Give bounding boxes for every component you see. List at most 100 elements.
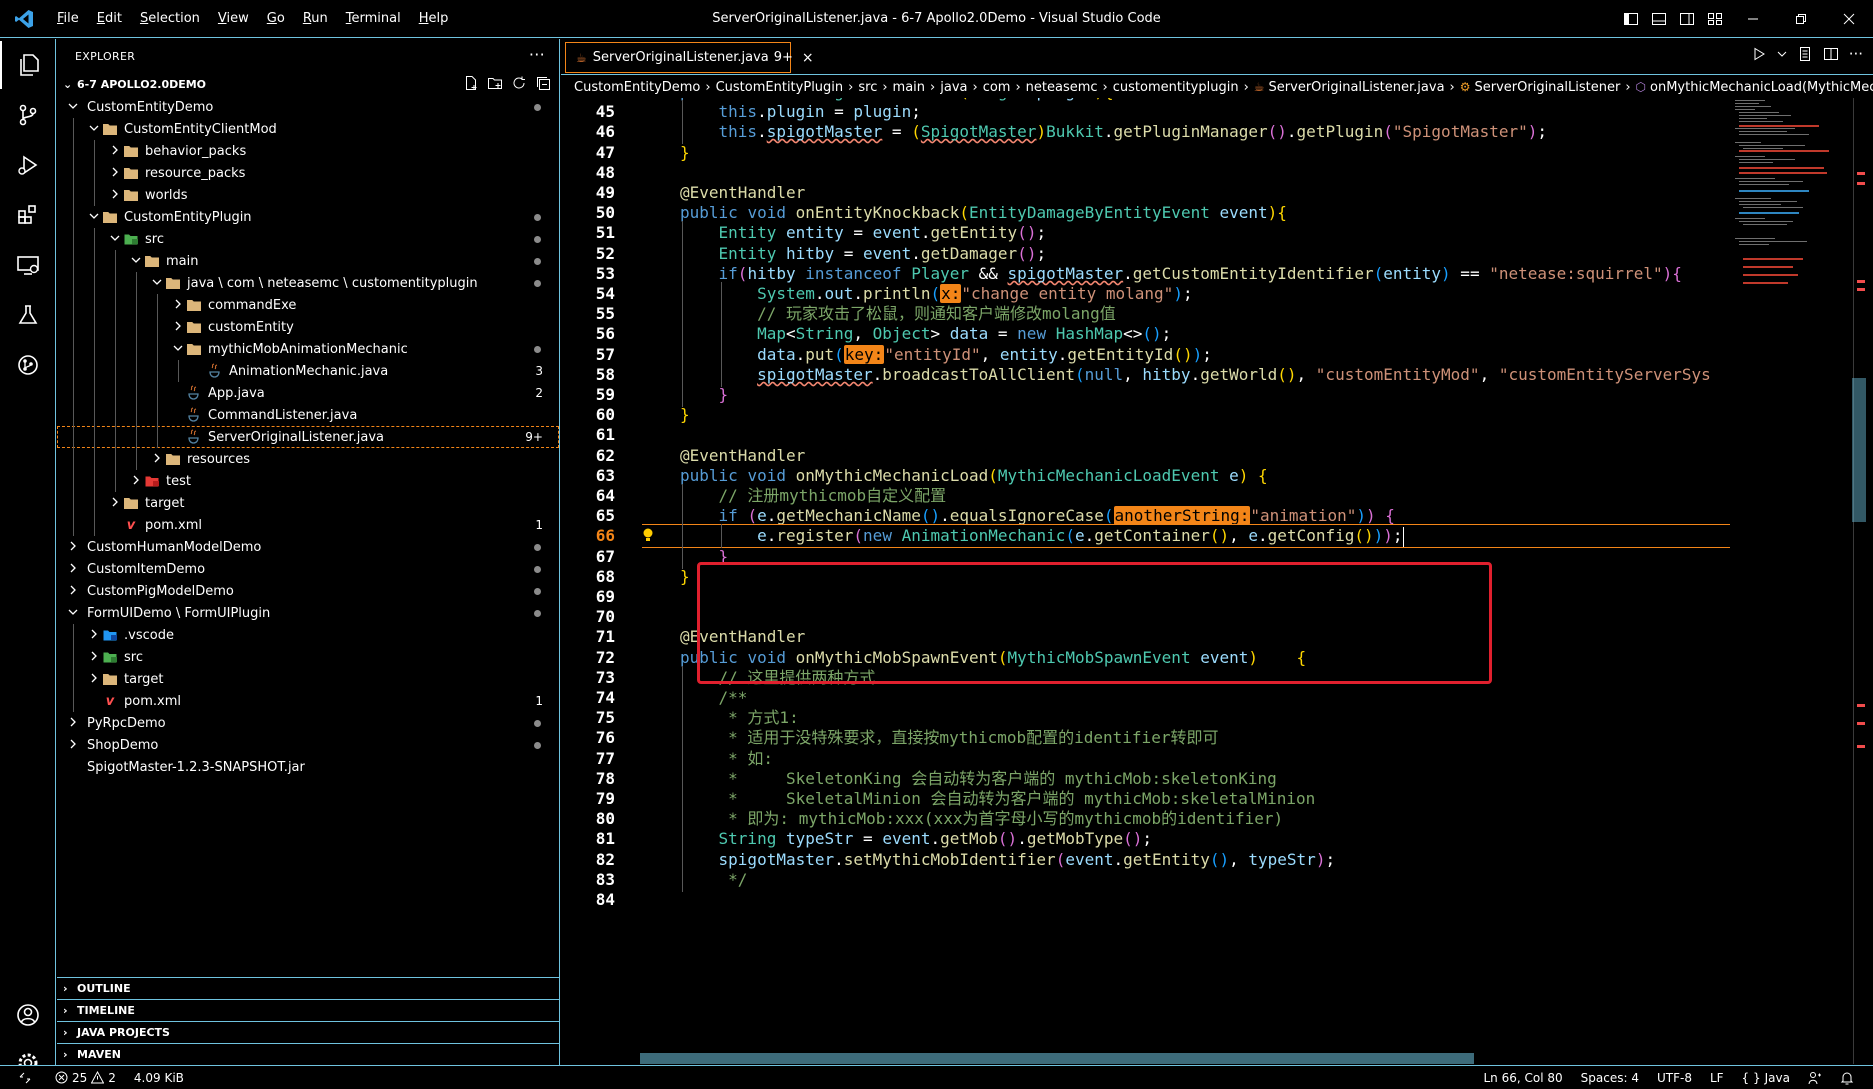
tree-folder-item[interactable]: customEntity [57, 316, 559, 338]
workspace-root[interactable]: ⌄ 6-7 APOLLO2.0DEMO [57, 73, 559, 95]
explorer-icon[interactable] [0, 41, 56, 89]
more-actions-icon[interactable]: ··· [529, 45, 545, 64]
code-editor[interactable]: 44public ServerOriginalListener(Plugin p… [561, 98, 1731, 1064]
tree-folder-item[interactable]: commandExe [57, 294, 559, 316]
breadcrumb-item[interactable]: src [858, 80, 877, 95]
tree-file-item[interactable]: CommandListener.java [57, 404, 559, 426]
encoding[interactable]: UTF-8 [1648, 1071, 1701, 1085]
more-actions-icon[interactable]: ··· [1849, 45, 1863, 63]
cursor-position[interactable]: Ln 66, Col 80 [1475, 1071, 1572, 1085]
close-window-icon[interactable] [1825, 0, 1873, 38]
tree-folder-item[interactable]: java \ com \ neteasemc \ customentityplu… [57, 272, 559, 294]
tree-folder-item[interactable]: worlds [57, 184, 559, 206]
folder-icon [123, 165, 139, 181]
toggle-secondary-sidebar-icon[interactable] [1676, 0, 1698, 38]
breadcrumb-item[interactable]: ServerOriginalListener [1475, 80, 1621, 95]
refresh-icon[interactable] [511, 75, 527, 91]
source-control-icon[interactable] [0, 91, 56, 139]
close-tab-icon[interactable]: × [802, 50, 814, 66]
notifications-bell-icon[interactable] [1831, 1071, 1863, 1085]
menu-terminal[interactable]: Terminal [337, 11, 410, 26]
collapse-all-icon[interactable] [535, 75, 551, 91]
new-file-icon[interactable] [463, 75, 479, 91]
tree-folder-item[interactable]: ShopDemo [57, 734, 559, 756]
tree-folder-item[interactable]: target [57, 668, 559, 690]
menu-view[interactable]: View [209, 11, 258, 26]
open-changes-icon[interactable] [1797, 46, 1813, 62]
tree-file-item[interactable]: v pom.xml 1 [57, 514, 559, 536]
problems-indicator[interactable]: 25 2 [46, 1071, 125, 1085]
run-debug-icon[interactable] [0, 141, 56, 189]
restore-icon[interactable] [1777, 0, 1825, 38]
vertical-scrollbar-thumb[interactable] [1852, 378, 1866, 522]
tree-folder-item[interactable]: CustomHumanModelDemo [57, 536, 559, 558]
split-editor-icon[interactable] [1823, 46, 1839, 62]
panel-maven[interactable]: › MAVEN [57, 1043, 559, 1065]
tree-file-item[interactable]: AnimationMechanic.java 3 [57, 360, 559, 382]
panel-timeline[interactable]: › TIMELINE [57, 999, 559, 1021]
tree-folder-item[interactable]: FormUIDemo \ FormUIPlugin [57, 602, 559, 624]
toggle-primary-sidebar-icon[interactable] [1620, 0, 1642, 38]
tree-folder-item[interactable]: resource_packs [57, 162, 559, 184]
menu-selection[interactable]: Selection [131, 11, 209, 26]
breadcrumb-item[interactable]: customentityplugin [1113, 80, 1239, 95]
customize-layout-icon[interactable] [1704, 0, 1726, 38]
tree-folder-item[interactable]: behavior_packs [57, 140, 559, 162]
code-token: <> [1123, 324, 1143, 343]
horizontal-scrollbar-thumb[interactable] [640, 1053, 1474, 1064]
remote-explorer-icon[interactable] [0, 241, 56, 289]
tree-folder-item[interactable]: resources [57, 448, 559, 470]
code-line[interactable]: 84 [561, 888, 1731, 912]
tree-folder-item[interactable]: .vscode [57, 624, 559, 646]
indentation[interactable]: Spaces: 4 [1572, 1071, 1648, 1085]
tree-folder-item[interactable]: CustomItemDemo [57, 558, 559, 580]
tree-folder-item[interactable]: CustomPigModelDemo [57, 580, 559, 602]
menu-help[interactable]: Help [410, 11, 458, 26]
testing-icon[interactable] [0, 291, 56, 339]
vertical-scrollbar[interactable] [1853, 98, 1867, 1064]
breadcrumb-item[interactable]: main [893, 80, 925, 95]
tree-folder-item[interactable]: CustomEntityDemo [57, 96, 559, 118]
breadcrumb-item[interactable]: CustomEntityPlugin [716, 80, 844, 95]
extensions-icon[interactable] [0, 191, 56, 239]
feedback-icon[interactable] [1799, 1071, 1831, 1085]
accounts-icon[interactable] [0, 991, 56, 1039]
tab-server-original-listener[interactable]: ☕ ServerOriginalListener.java 9+ × [565, 42, 814, 73]
tree-file-item[interactable]: SpigotMaster-1.2.3-SNAPSHOT.jar [57, 756, 559, 778]
breadcrumb-item[interactable]: onMythicMechanicLoad(MythicMechanicLoadE… [1650, 80, 1873, 95]
panel-java-projects[interactable]: › JAVA PROJECTS [57, 1021, 559, 1043]
chevron-down-icon[interactable] [1777, 46, 1787, 62]
tree-file-item[interactable]: v pom.xml 1 [57, 690, 559, 712]
toggle-panel-icon[interactable] [1648, 0, 1670, 38]
run-java-icon[interactable] [1751, 46, 1767, 62]
language-mode[interactable]: { } Java [1733, 1071, 1799, 1085]
end-of-line[interactable]: LF [1701, 1071, 1733, 1085]
tree-file-item[interactable]: ServerOriginalListener.java 9+ [57, 426, 559, 448]
tree-folder-item[interactable]: main [57, 250, 559, 272]
tree-file-item[interactable]: App.java 2 [57, 382, 559, 404]
remote-indicator[interactable] [0, 1071, 46, 1085]
minimize-icon[interactable] [1729, 0, 1777, 38]
tree-folder-item[interactable]: CustomEntityPlugin [57, 206, 559, 228]
menu-run[interactable]: Run [294, 11, 337, 26]
lightbulb-icon[interactable] [641, 527, 655, 547]
tree-folder-item[interactable]: mythicMobAnimationMechanic [57, 338, 559, 360]
panel-outline[interactable]: › OUTLINE [57, 977, 559, 999]
breadcrumb-item[interactable]: ServerOriginalListener.java [1269, 80, 1445, 95]
tree-folder-item[interactable]: src [57, 228, 559, 250]
tree-folder-item[interactable]: PyRpcDemo [57, 712, 559, 734]
breadcrumb-item[interactable]: CustomEntityDemo [574, 80, 700, 95]
tree-folder-item[interactable]: src [57, 646, 559, 668]
breadcrumb-item[interactable]: java [940, 80, 967, 95]
tree-folder-item[interactable]: target [57, 492, 559, 514]
tree-folder-item[interactable]: CustomEntityClientMod [57, 118, 559, 140]
menu-edit[interactable]: Edit [88, 11, 131, 26]
new-folder-icon[interactable] [487, 75, 503, 91]
breadcrumb-item[interactable]: com [983, 80, 1011, 95]
menu-file[interactable]: File [48, 11, 88, 26]
tree-folder-item[interactable]: test [57, 470, 559, 492]
breadcrumb-item[interactable]: neteasemc [1026, 80, 1098, 95]
gitlens-icon[interactable] [0, 341, 56, 389]
menu-go[interactable]: Go [258, 11, 294, 26]
minimap[interactable] [1733, 98, 1853, 318]
